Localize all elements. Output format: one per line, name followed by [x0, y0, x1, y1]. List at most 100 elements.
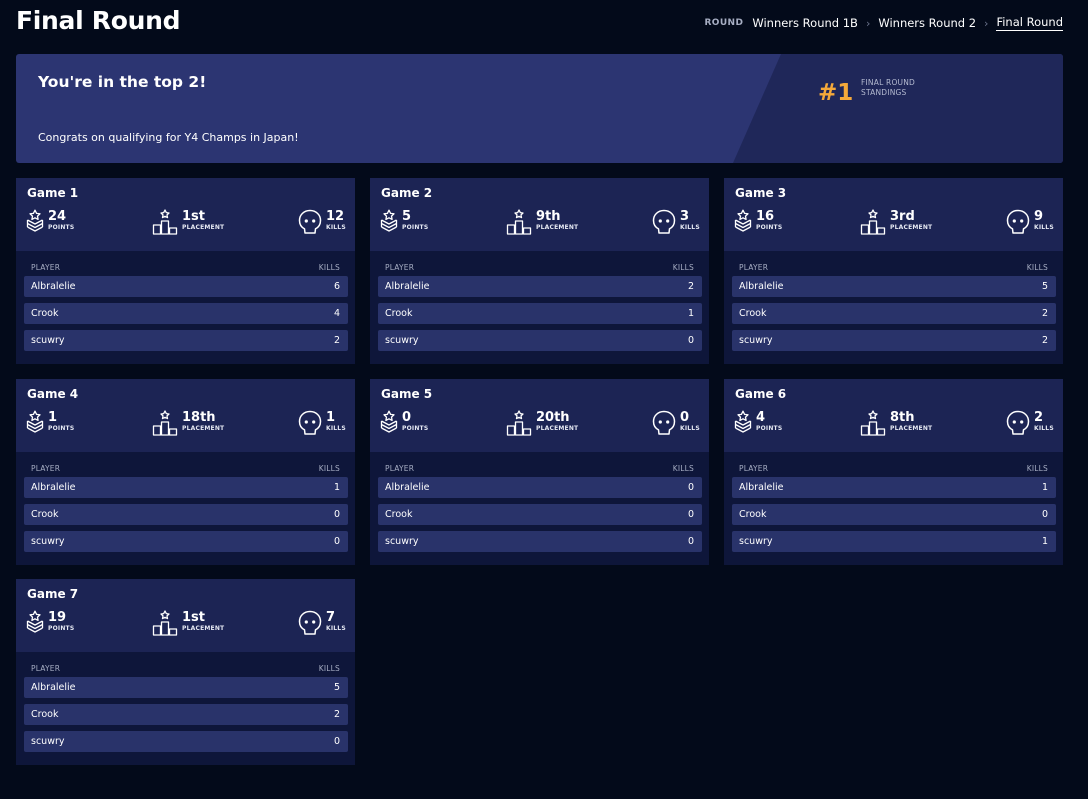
- player-kills: 0: [687, 335, 694, 346]
- players-table-header: PLAYER KILLS: [31, 464, 340, 473]
- kills-column-header: KILLS: [318, 263, 340, 272]
- points-value: 0: [402, 410, 412, 425]
- player-name: scuwry: [739, 536, 773, 547]
- placement-label: PLACEMENT: [536, 224, 579, 231]
- player-row: scuwry 2: [24, 330, 348, 351]
- players-table-header: PLAYER KILLS: [385, 464, 694, 473]
- placement-stat: 3rd PLACEMENT: [860, 209, 932, 235]
- player-row: Crook 2: [24, 704, 348, 725]
- kills-value: 12: [326, 209, 345, 224]
- game-card-7: Game 7 19 POINTS 1st PLACEMENT 7 KILLS P…: [16, 579, 355, 765]
- player-kills: 0: [687, 536, 694, 547]
- player-name: scuwry: [31, 335, 65, 346]
- players-table-header: PLAYER KILLS: [739, 263, 1048, 272]
- player-row: Albralelie 1: [24, 477, 348, 498]
- points-stat: 5 POINTS: [380, 209, 428, 233]
- kills-value: 7: [326, 610, 336, 625]
- podium-icon: [152, 610, 178, 636]
- banner-standings-panel: [733, 54, 1063, 163]
- player-row: scuwry 0: [378, 531, 702, 552]
- player-name: scuwry: [31, 536, 65, 547]
- game-card-1: Game 1 24 POINTS 1st PLACEMENT 12 KILLS …: [16, 178, 355, 364]
- player-kills: 1: [1041, 482, 1048, 493]
- kills-stat: 3 KILLS: [652, 209, 700, 235]
- skull-icon: [1006, 410, 1030, 436]
- player-kills: 1: [687, 308, 694, 319]
- breadcrumb-winners-round-1b[interactable]: Winners Round 1B: [752, 16, 858, 30]
- player-name: Albralelie: [385, 281, 430, 292]
- chevron-star-icon: [734, 209, 752, 233]
- placement-label: PLACEMENT: [182, 625, 225, 632]
- placement-value: 3rd: [890, 209, 915, 224]
- game-card-header: Game 6 4 POINTS 8th PLACEMENT 2 KILLS: [724, 379, 1063, 452]
- player-column-header: PLAYER: [385, 464, 415, 473]
- player-kills: 0: [333, 536, 340, 547]
- player-row: Albralelie 5: [732, 276, 1056, 297]
- game-card-header: Game 3 16 POINTS 3rd PLACEMENT 9 KILLS: [724, 178, 1063, 251]
- player-name: Crook: [385, 308, 413, 319]
- chevron-star-icon: [26, 410, 44, 434]
- player-name: scuwry: [385, 335, 419, 346]
- player-kills: 0: [333, 736, 340, 747]
- player-kills: 1: [333, 482, 340, 493]
- player-row: Crook 0: [378, 504, 702, 525]
- placement-stat: 8th PLACEMENT: [860, 410, 932, 436]
- placement-value: 1st: [182, 610, 205, 625]
- points-stat: 0 POINTS: [380, 410, 428, 434]
- breadcrumb-winners-round-2[interactable]: Winners Round 2: [878, 16, 976, 30]
- game-card-4: Game 4 1 POINTS 18th PLACEMENT 1 KILLS P…: [16, 379, 355, 565]
- skull-icon: [298, 610, 322, 636]
- player-kills: 4: [333, 308, 340, 319]
- player-row: Albralelie 0: [378, 477, 702, 498]
- banner-subtext: Congrats on qualifying for Y4 Champs in …: [38, 131, 299, 144]
- kills-column-header: KILLS: [318, 464, 340, 473]
- player-row: Crook 4: [24, 303, 348, 324]
- placement-label: PLACEMENT: [890, 425, 933, 432]
- kills-column-header: KILLS: [318, 664, 340, 673]
- breadcrumb-final-round[interactable]: Final Round: [996, 15, 1063, 31]
- kills-stat: 2 KILLS: [1006, 410, 1054, 436]
- game-card-header: Game 2 5 POINTS 9th PLACEMENT 3 KILLS: [370, 178, 709, 251]
- placement-value: 8th: [890, 410, 915, 425]
- points-label: POINTS: [402, 425, 429, 432]
- podium-icon: [860, 410, 886, 436]
- placement-value: 20th: [536, 410, 570, 425]
- placement-stat: 1st PLACEMENT: [152, 209, 224, 235]
- game-card-2: Game 2 5 POINTS 9th PLACEMENT 3 KILLS PL…: [370, 178, 709, 364]
- skull-icon: [652, 410, 676, 436]
- kills-label: KILLS: [326, 625, 346, 632]
- game-card-header: Game 5 0 POINTS 20th PLACEMENT 0 KILLS: [370, 379, 709, 452]
- kills-column-header: KILLS: [672, 464, 694, 473]
- player-name: Crook: [31, 709, 59, 720]
- player-name: scuwry: [739, 335, 773, 346]
- player-name: Crook: [31, 308, 59, 319]
- skull-icon: [298, 209, 322, 235]
- standing-label: FINAL ROUND STANDINGS: [861, 78, 916, 97]
- game-title: Game 6: [735, 387, 787, 401]
- points-value: 19: [48, 610, 67, 625]
- points-label: POINTS: [756, 224, 783, 231]
- player-kills: 2: [333, 709, 340, 720]
- placement-label: PLACEMENT: [182, 224, 225, 231]
- kills-label: KILLS: [326, 425, 346, 432]
- podium-icon: [152, 209, 178, 235]
- chevron-star-icon: [380, 209, 398, 233]
- points-label: POINTS: [48, 625, 75, 632]
- points-label: POINTS: [756, 425, 783, 432]
- points-value: 16: [756, 209, 775, 224]
- players-table-header: PLAYER KILLS: [31, 664, 340, 673]
- player-row: Albralelie 5: [24, 677, 348, 698]
- kills-value: 1: [326, 410, 336, 425]
- player-row: Crook 0: [732, 504, 1056, 525]
- player-name: Albralelie: [31, 281, 76, 292]
- game-card-6: Game 6 4 POINTS 8th PLACEMENT 2 KILLS PL…: [724, 379, 1063, 565]
- placement-value: 9th: [536, 209, 561, 224]
- kills-label: KILLS: [680, 224, 700, 231]
- kills-label: KILLS: [1034, 224, 1054, 231]
- player-name: scuwry: [385, 536, 419, 547]
- game-title: Game 5: [381, 387, 433, 401]
- game-card-5: Game 5 0 POINTS 20th PLACEMENT 0 KILLS P…: [370, 379, 709, 565]
- placement-label: PLACEMENT: [536, 425, 579, 432]
- chevron-star-icon: [26, 209, 44, 233]
- player-row: Crook 1: [378, 303, 702, 324]
